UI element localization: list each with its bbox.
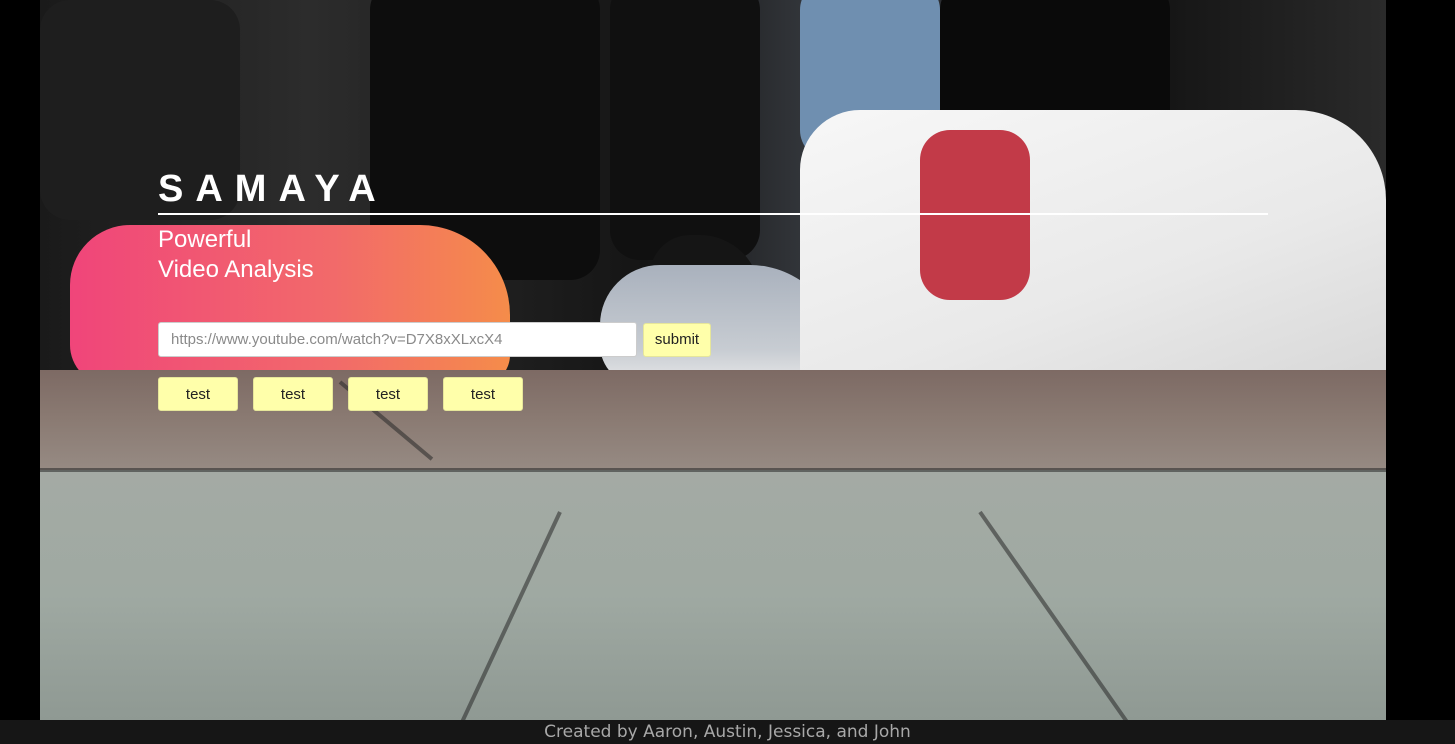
footer-credits: Created by Aaron, Austin, Jessica, and J… — [544, 722, 911, 742]
test-button-1[interactable]: test — [158, 377, 238, 411]
page: SAMAYA Powerful Video Analysis submit te… — [0, 0, 1455, 744]
footer: Created by Aaron, Austin, Jessica, and J… — [0, 720, 1455, 744]
tagline-line-2: Video Analysis — [158, 256, 314, 283]
video-url-input[interactable] — [158, 322, 637, 357]
video-crack — [40, 468, 1386, 472]
tagline-line-1: Powerful — [158, 226, 252, 253]
brand-title: SAMAYA — [158, 168, 388, 210]
hero-content: SAMAYA Powerful Video Analysis submit te… — [158, 165, 1268, 411]
test-button-3[interactable]: test — [348, 377, 428, 411]
test-button-2[interactable]: test — [253, 377, 333, 411]
submit-button[interactable]: submit — [643, 322, 711, 357]
video-pavement-slabs — [40, 470, 1386, 720]
tagline: Powerful Video Analysis — [158, 225, 1268, 285]
test-buttons: test test test test — [158, 377, 1268, 411]
url-form: submit — [158, 322, 1268, 357]
test-button-4[interactable]: test — [443, 377, 523, 411]
title-divider — [158, 213, 1268, 215]
